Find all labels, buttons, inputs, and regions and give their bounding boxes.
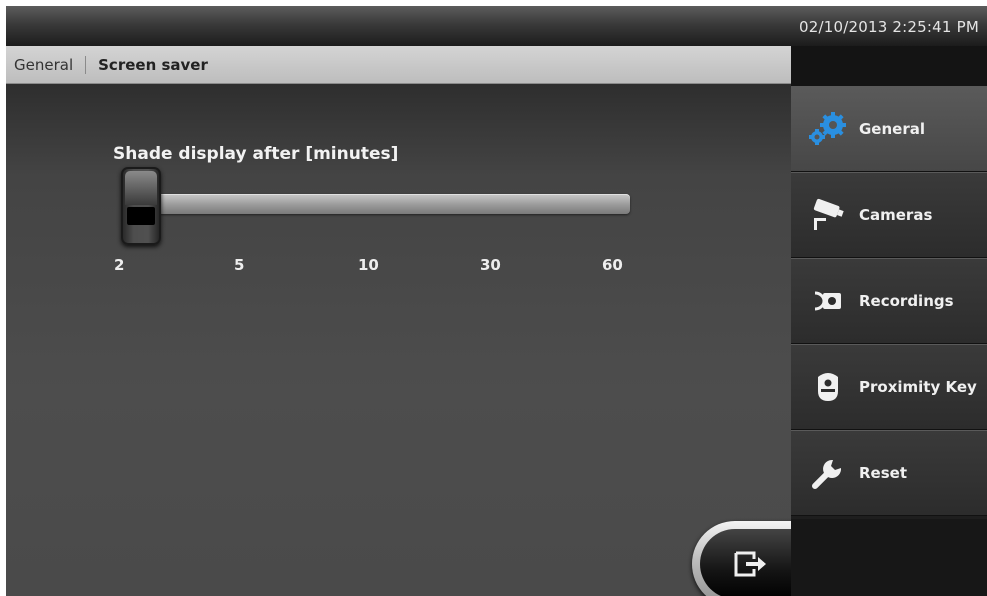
sidebar-empty-area <box>791 519 987 596</box>
wrench-icon <box>803 453 853 493</box>
shade-delay-label: Shade display after [minutes] <box>113 144 399 164</box>
sidebar-item-general[interactable]: General <box>791 86 987 172</box>
breadcrumb-current: Screen saver <box>98 55 208 74</box>
status-bar: 02/10/2013 2:25:41 PM <box>6 6 987 46</box>
shade-delay-slider-track[interactable] <box>124 194 630 214</box>
screen: 02/10/2013 2:25:41 PM General Screen sav… <box>6 6 987 596</box>
sidebar-item-label: Cameras <box>859 206 933 224</box>
shade-delay-slider-thumb[interactable] <box>121 167 161 245</box>
breadcrumb: General Screen saver <box>6 46 791 84</box>
key-fob-icon <box>803 367 853 407</box>
sidebar-item-label: Proximity Key <box>859 378 977 396</box>
sidebar-item-recordings[interactable]: Recordings <box>791 258 987 344</box>
recording-icon <box>803 281 853 321</box>
exit-arrow-icon <box>734 551 766 577</box>
sidebar-item-label: General <box>859 120 925 138</box>
slider-tick-label: 10 <box>358 256 379 274</box>
gears-icon <box>803 109 853 149</box>
security-camera-icon <box>803 195 853 235</box>
sidebar: General Cameras Recordings Proximity Key… <box>791 46 987 596</box>
datetime: 02/10/2013 2:25:41 PM <box>798 18 979 36</box>
exit-button[interactable] <box>692 521 802 596</box>
slider-tick-label: 60 <box>602 256 623 274</box>
sidebar-item-proximity-key[interactable]: Proximity Key <box>791 344 987 430</box>
slider-tick-label: 2 <box>114 256 125 274</box>
sidebar-item-label: Reset <box>859 464 907 482</box>
sidebar-header <box>791 46 987 86</box>
slider-tick-label: 30 <box>480 256 501 274</box>
breadcrumb-separator <box>85 55 87 74</box>
sidebar-item-cameras[interactable]: Cameras <box>791 172 987 258</box>
main-panel: Shade display after [minutes] 2 5 10 30 … <box>6 84 802 596</box>
slider-tick-label: 5 <box>234 256 245 274</box>
sidebar-item-reset[interactable]: Reset <box>791 430 987 516</box>
breadcrumb-parent[interactable]: General <box>14 56 73 74</box>
sidebar-item-label: Recordings <box>859 292 954 310</box>
